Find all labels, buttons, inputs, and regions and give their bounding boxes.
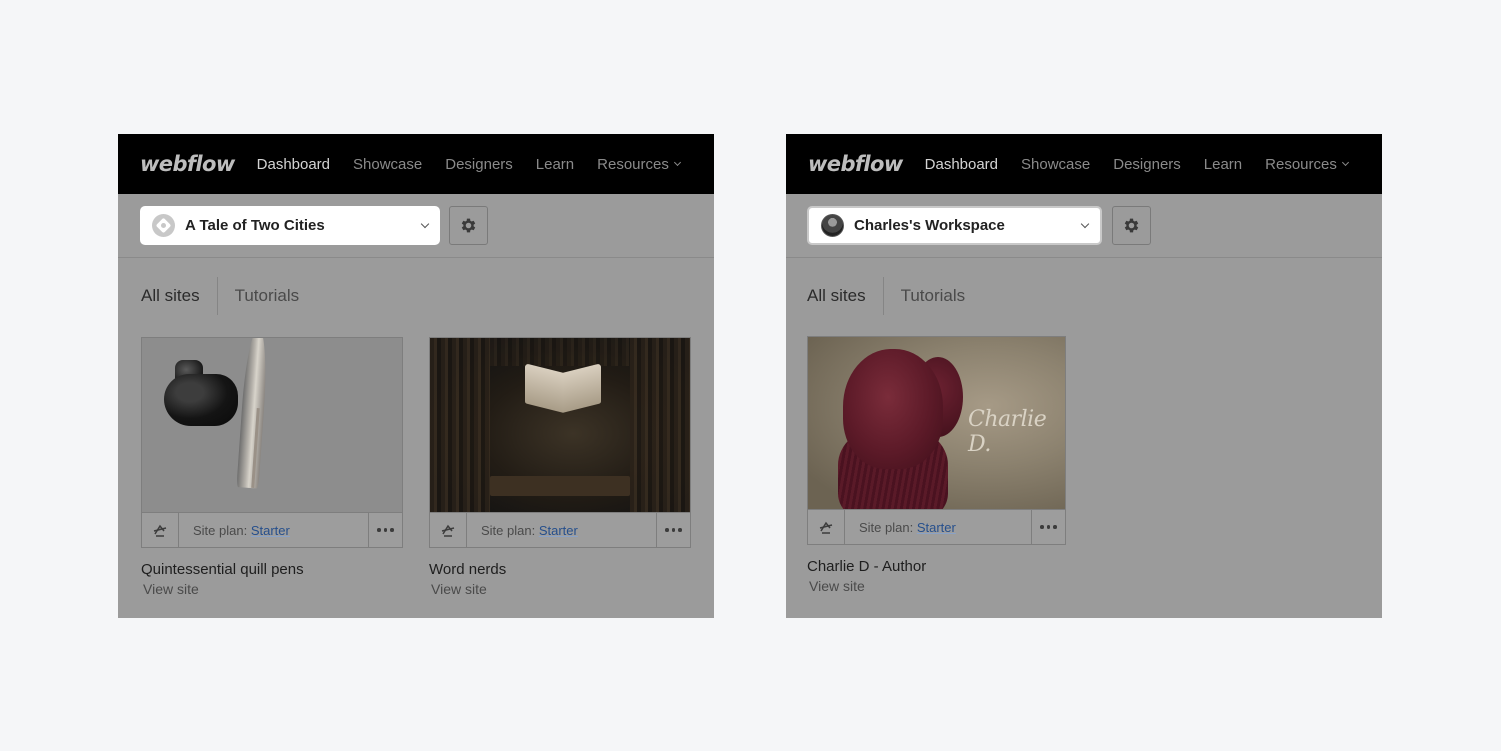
unpublished-icon[interactable] xyxy=(142,513,179,547)
bust-head xyxy=(843,349,943,469)
site-card[interactable]: Charlie D. Site plan: Starter Charlie D … xyxy=(807,336,1066,594)
nav-learn[interactable]: Learn xyxy=(1204,156,1242,173)
tab-divider xyxy=(216,277,218,315)
nav-dashboard[interactable]: Dashboard xyxy=(925,156,998,173)
more-options-button[interactable] xyxy=(368,513,402,547)
floating-book xyxy=(525,368,601,410)
card-toolbar: Site plan: Starter xyxy=(429,512,691,548)
gear-icon xyxy=(461,218,476,233)
more-options-button[interactable] xyxy=(1031,510,1065,544)
tab-all-sites[interactable]: All sites xyxy=(141,286,200,306)
chevron-down-icon xyxy=(1341,158,1349,167)
workspace-row: A Tale of Two Cities xyxy=(118,194,714,258)
dashboard-panel-right: webflow Dashboard Showcase Designers Lea… xyxy=(786,134,1382,618)
nav-resources-label: Resources xyxy=(597,155,669,173)
nav-learn[interactable]: Learn xyxy=(536,156,574,173)
more-options-button[interactable] xyxy=(656,513,690,547)
view-site-link[interactable]: View site xyxy=(809,578,1066,594)
ink-bottle xyxy=(164,374,238,426)
thumbnail-script-text: Charlie D. xyxy=(968,407,1047,457)
user-avatar xyxy=(821,214,844,237)
workspace-settings-button[interactable] xyxy=(449,206,488,245)
site-plan-label: Site plan: xyxy=(193,522,248,538)
unpublished-icon-glyph xyxy=(441,524,455,537)
unpublished-icon[interactable] xyxy=(808,510,845,544)
nav-dashboard[interactable]: Dashboard xyxy=(257,156,330,173)
site-plan: Site plan: Starter xyxy=(179,523,368,538)
workspace-selector[interactable]: Charles's Workspace xyxy=(807,206,1102,245)
card-toolbar: Site plan: Starter xyxy=(141,512,403,548)
site-card[interactable]: Site plan: Starter Quintessential quill … xyxy=(141,337,403,597)
bookshelf xyxy=(630,338,690,512)
site-plan: Site plan: Starter xyxy=(467,523,656,538)
dashboard-panel-left: webflow Dashboard Showcase Designers Lea… xyxy=(118,134,714,618)
site-plan-label: Site plan: xyxy=(859,519,914,535)
tab-tutorials[interactable]: Tutorials xyxy=(235,286,300,306)
workspace-selector[interactable]: A Tale of Two Cities xyxy=(140,206,440,245)
site-name[interactable]: Charlie D - Author xyxy=(807,558,1066,575)
workspace-name: A Tale of Two Cities xyxy=(185,217,325,234)
workspace-settings-button[interactable] xyxy=(1112,206,1151,245)
site-plan-link[interactable]: Starter xyxy=(539,523,578,538)
site-tabs: All sites Tutorials xyxy=(786,258,1382,334)
nav-designers[interactable]: Designers xyxy=(445,156,513,173)
view-site-link[interactable]: View site xyxy=(431,581,691,597)
bookshelf xyxy=(430,338,490,512)
nav-designers[interactable]: Designers xyxy=(1113,156,1181,173)
workspace-row: Charles's Workspace xyxy=(786,194,1382,258)
nav-showcase[interactable]: Showcase xyxy=(353,156,422,173)
site-name[interactable]: Quintessential quill pens xyxy=(141,561,403,578)
site-plan-label: Site plan: xyxy=(481,522,536,538)
reading-table xyxy=(490,476,630,496)
unpublished-icon-glyph xyxy=(153,524,167,537)
top-navigation: webflow Dashboard Showcase Designers Lea… xyxy=(118,134,714,194)
site-plan-link[interactable]: Starter xyxy=(251,523,290,538)
top-navigation: webflow Dashboard Showcase Designers Lea… xyxy=(786,134,1382,194)
webflow-logo[interactable]: webflow xyxy=(808,152,903,176)
site-thumbnail[interactable] xyxy=(141,337,403,512)
unpublished-icon[interactable] xyxy=(430,513,467,547)
gear-icon xyxy=(1124,218,1139,233)
unpublished-icon-glyph xyxy=(819,521,833,534)
site-plan: Site plan: Starter xyxy=(845,520,1031,535)
site-card[interactable]: Site plan: Starter Word nerds View site xyxy=(429,337,691,597)
workspace-name: Charles's Workspace xyxy=(854,217,1005,234)
workspace-default-icon xyxy=(152,214,175,237)
view-site-link[interactable]: View site xyxy=(143,581,403,597)
more-icon xyxy=(665,528,682,532)
chevron-down-icon xyxy=(420,219,430,229)
tab-divider xyxy=(882,277,884,315)
tab-tutorials[interactable]: Tutorials xyxy=(901,286,966,306)
site-tabs: All sites Tutorials xyxy=(118,258,714,334)
chevron-down-icon xyxy=(673,158,681,167)
nav-resources-label: Resources xyxy=(1265,155,1337,173)
nav-resources[interactable]: Resources xyxy=(1265,155,1349,173)
tab-all-sites[interactable]: All sites xyxy=(807,286,866,306)
more-icon xyxy=(377,528,394,532)
nav-resources[interactable]: Resources xyxy=(597,155,681,173)
webflow-logo[interactable]: webflow xyxy=(140,152,235,176)
site-thumbnail[interactable] xyxy=(429,337,691,512)
nav-showcase[interactable]: Showcase xyxy=(1021,156,1090,173)
site-name[interactable]: Word nerds xyxy=(429,561,691,578)
bookshelf xyxy=(490,338,630,366)
site-thumbnail[interactable]: Charlie D. xyxy=(807,336,1066,509)
chevron-down-icon xyxy=(1080,219,1090,229)
more-icon xyxy=(1040,525,1057,529)
card-toolbar: Site plan: Starter xyxy=(807,509,1066,545)
site-plan-link[interactable]: Starter xyxy=(917,520,956,535)
